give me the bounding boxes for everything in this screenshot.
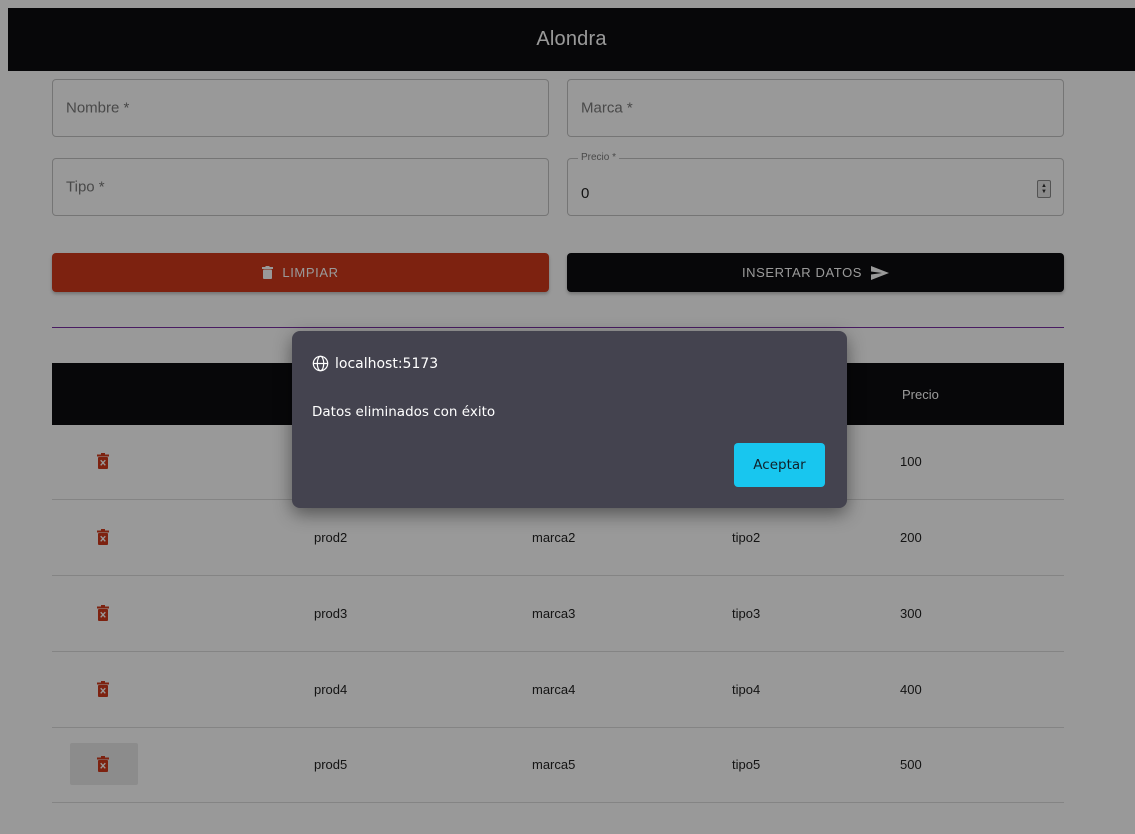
dialog-message: Datos eliminados con éxito [312, 404, 496, 420]
alert-dialog: localhost:5173 Datos eliminados con éxit… [292, 331, 847, 508]
accept-button[interactable]: Aceptar [734, 443, 825, 487]
dialog-origin-text: localhost:5173 [335, 355, 439, 372]
dialog-origin: localhost:5173 [312, 355, 438, 372]
globe-icon [312, 355, 329, 372]
